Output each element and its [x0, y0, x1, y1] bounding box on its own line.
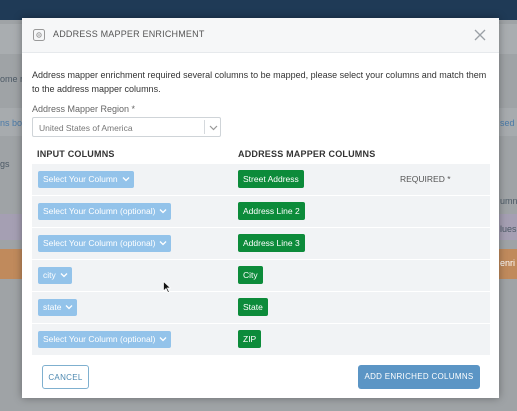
add-enriched-columns-button[interactable]: ADD ENRICHED COLUMNS — [358, 365, 480, 389]
chevron-down-icon — [209, 125, 218, 131]
dropdown-label: Select Your Column — [43, 174, 118, 184]
chevron-down-icon — [160, 337, 167, 342]
background-text: ome r — [0, 74, 24, 84]
input-column-dropdown[interactable]: Select Your Column (optional) — [38, 331, 172, 348]
address-mapper-modal: ADDRESS MAPPER ENRICHMENT Address mapper… — [22, 18, 499, 398]
mapping-row: Select Your Column (optional) Address Li… — [32, 228, 490, 260]
chevron-down-icon — [65, 305, 73, 310]
mouse-pointer-icon — [163, 281, 171, 293]
mapper-columns-header: ADDRESS MAPPER COLUMNS — [238, 149, 376, 159]
background-text: lues — [500, 224, 517, 234]
mapping-row: Select Your Column (optional) ZIP — [32, 324, 490, 356]
mapper-column-badge: ZIP — [238, 330, 262, 348]
dropdown-label: state — [43, 302, 62, 312]
mapping-row: city City — [32, 260, 490, 292]
mapper-column-badge: Street Address — [238, 170, 304, 188]
mapping-row: Select Your Column (optional) Address Li… — [32, 196, 490, 228]
background-text: umn — [500, 196, 517, 206]
mapping-rows: Select Your Column Street Address REQUIR… — [32, 164, 490, 356]
input-column-dropdown[interactable]: Select Your Column (optional) — [38, 203, 172, 220]
cancel-button[interactable]: CANCEL — [42, 365, 89, 389]
input-columns-header: INPUT COLUMNS — [37, 149, 115, 159]
dropdown-label: Select Your Column (optional) — [43, 238, 156, 248]
mapper-column-badge: Address Line 3 — [238, 234, 305, 252]
modal-description: Address mapper enrichment required sever… — [32, 70, 487, 94]
chevron-down-icon — [122, 177, 130, 182]
input-column-dropdown[interactable]: Select Your Column — [38, 171, 134, 188]
chevron-down-icon — [160, 241, 167, 246]
gear-icon — [33, 29, 45, 41]
dropdown-label: Select Your Column (optional) — [43, 334, 156, 344]
background-text: ns bo — [0, 118, 23, 128]
dropdown-label: Select Your Column (optional) — [43, 206, 156, 216]
chevron-down-icon — [60, 273, 68, 278]
chevron-down-icon — [160, 209, 167, 214]
mapping-row: state State — [32, 292, 490, 324]
modal-title: ADDRESS MAPPER ENRICHMENT — [53, 29, 205, 39]
input-column-dropdown[interactable]: city — [38, 267, 72, 284]
background-text: gs — [0, 159, 10, 169]
mapper-column-badge: City — [238, 266, 263, 284]
region-select[interactable]: United States of America — [32, 117, 221, 137]
dropdown-label: city — [43, 270, 56, 280]
mapper-column-badge: State — [238, 298, 268, 316]
input-column-dropdown[interactable]: state — [38, 299, 78, 316]
close-icon[interactable] — [473, 28, 487, 42]
mapper-column-badge: Address Line 2 — [238, 202, 305, 220]
region-label: Address Mapper Region * — [32, 104, 136, 114]
mapping-row: Select Your Column Street Address REQUIR… — [32, 164, 490, 196]
background-text: sed — [500, 118, 515, 128]
required-label: REQUIRED * — [400, 174, 451, 184]
region-select-divider — [204, 120, 205, 134]
background-text: enri — [500, 258, 516, 268]
modal-header: ADDRESS MAPPER ENRICHMENT — [22, 18, 499, 53]
input-column-dropdown[interactable]: Select Your Column (optional) — [38, 235, 172, 252]
region-select-value: United States of America — [39, 123, 133, 133]
app-top-bar — [0, 0, 517, 20]
